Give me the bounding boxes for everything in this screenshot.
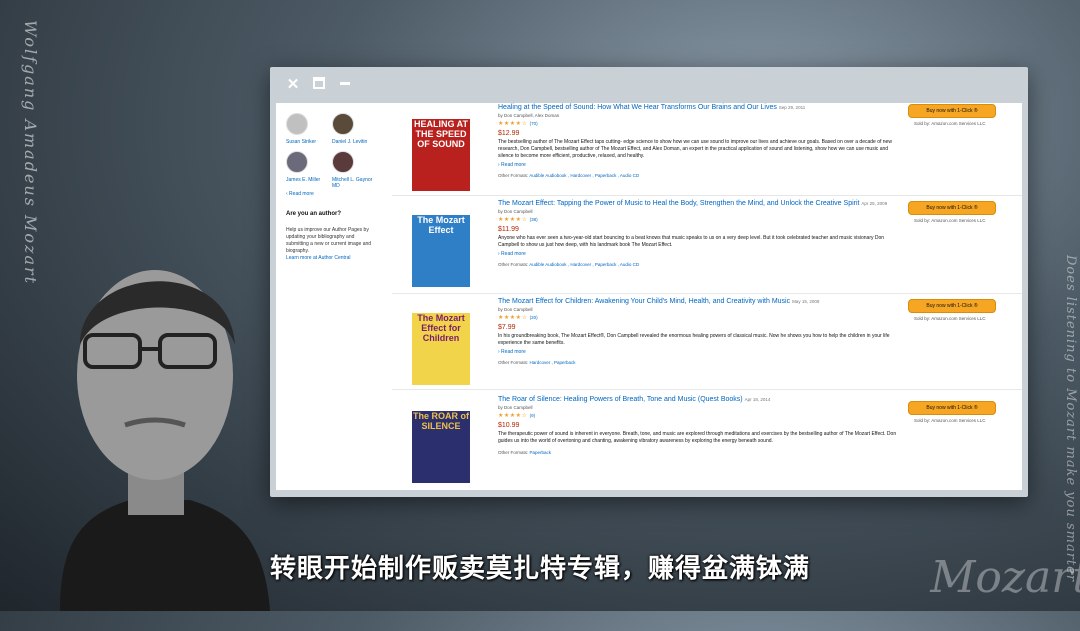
release-date: Apr 25, 2009 [861,201,888,206]
browser-window: ✕ Susan Striker Daniel J. Levitin James [270,67,1028,497]
purchase-box: Buy now with 1-Click ® Sold by: Amazon.c… [908,104,996,126]
star-rating[interactable]: ★★★★☆ (38) [498,216,898,223]
rating-count: 38 [531,217,537,222]
book-title-link[interactable]: The Mozart Effect for Children: Awakenin… [498,298,790,305]
author-sidebar: Susan Striker Daniel J. Levitin James E.… [276,103,384,490]
divider [392,293,1022,294]
other-formats-links[interactable]: Paperback [530,450,552,455]
other-formats-label: Other Formats: [498,360,529,365]
book-title-link[interactable]: The Mozart Effect: Tapping the Power of … [498,200,859,207]
author-card[interactable]: Susan Striker [286,113,334,145]
maximize-icon[interactable] [310,76,328,94]
rating-count: 20 [531,315,537,320]
author-card[interactable]: Daniel J. Levitin [332,113,380,145]
release-date: Apr 18, 2014 [744,397,771,402]
book-cover[interactable]: HEALING AT THE SPEED OF SOUND [412,105,470,191]
author-prompt-heading: Are you an author? [286,211,342,217]
other-formats-links[interactable]: Hardcover , Paperback [530,360,576,365]
book-title-link[interactable]: Healing at the Speed of Sound: How What … [498,104,777,111]
purchase-box: Buy now with 1-Click ® Sold by: Amazon.c… [908,299,996,321]
author-name: Daniel J. Levitin [332,139,368,145]
book-authors: by Don Campbell [498,307,533,312]
search-results: HEALING AT THE SPEED OF SOUND Healing at… [392,103,1022,490]
cover-title: The Mozart Effect [417,215,465,235]
cover-background: HEALING AT THE SPEED OF SOUND [412,119,470,191]
star-rating[interactable]: ★★★★☆ (20) [498,314,898,321]
cover-title: The ROAR of SILENCE [413,411,469,431]
author-card[interactable]: James E. Miller [286,151,334,183]
sold-by-text: Sold by: Amazon.com Services LLC [914,316,986,321]
book-description: The therapeutic power of sound is inhere… [498,431,897,444]
other-formats-links[interactable]: Audible Audiobook , Hardcover , Paperbac… [529,262,639,267]
author-name: Mitchell L. Gaynor MD [332,177,373,189]
author-central-link[interactable]: Learn more at Author Central [286,255,350,261]
close-icon[interactable]: ✕ [284,76,302,94]
book-price: $12.99 [498,130,520,137]
author-name: James E. Miller [286,177,321,183]
book-description: The bestselling author of The Mozart Eff… [498,139,892,159]
book-info: Healing at the Speed of Sound: How What … [498,103,898,178]
buy-now-button[interactable]: Buy now with 1-Click ® [908,104,996,118]
read-more-link[interactable]: › Read more [498,162,898,168]
star-rating[interactable]: ★★★★☆ (70) [498,120,898,127]
other-formats-label: Other Formats: [498,450,529,455]
book-price: $10.99 [498,422,520,429]
book-price: $11.99 [498,226,519,233]
background-vertical-text-left: Wolfgang Amadeus Mozart [21,20,40,286]
star-rating[interactable]: ★★★★☆ (9) [498,412,898,419]
cover-title: The Mozart Effect for Children [417,313,465,343]
purchase-box: Buy now with 1-Click ® Sold by: Amazon.c… [908,401,996,423]
book-cover[interactable]: The ROAR of SILENCE [412,397,470,483]
page-content: Susan Striker Daniel J. Levitin James E.… [276,103,1022,490]
book-cover[interactable]: The Mozart Effect [412,201,470,287]
other-formats-links[interactable]: Audible Audiobook , Hardcover , Paperbac… [529,173,639,178]
book-authors: by Don Campbell [498,209,533,214]
other-formats-label: Other Formats: [498,173,529,178]
book-description: Anyone who has ever seen a two-year-old … [498,235,885,248]
book-info: The Mozart Effect: Tapping the Power of … [498,199,898,267]
divider [392,195,1022,196]
release-date: May 15, 2009 [792,299,820,304]
video-subtitle: 转眼开始制作贩卖莫扎特专辑，赚得盆满钵满 [269,553,810,583]
help-text: Help us improve our Author Pages by upda… [286,227,372,254]
avatar [332,113,354,135]
cover-title: HEALING AT THE SPEED OF SOUND [414,119,468,149]
book-title-link[interactable]: The Roar of Silence: Healing Powers of B… [498,396,743,403]
read-more-link[interactable]: › Read more [498,251,898,257]
avatar [286,113,308,135]
book-authors: by Don Campbell, Alex Doman [498,113,560,118]
background-vertical-text-right: Does listening to Mozart make you smarte… [1063,255,1078,583]
sold-by-text: Sold by: Amazon.com Services LLC [914,418,986,423]
avatar [332,151,354,173]
avatar [286,151,308,173]
book-authors: by Don Campbell [498,405,533,410]
book-description: In his groundbreaking book, The Mozart E… [498,333,890,346]
book-price: $7.99 [498,324,516,331]
minimize-icon[interactable] [336,76,354,94]
cover-background: The Mozart Effect for Children [412,313,470,385]
author-name: Susan Striker [286,139,317,145]
read-more-link[interactable]: › Read more [498,349,898,355]
book-cover[interactable]: The Mozart Effect for Children [412,299,470,385]
purchase-box: Buy now with 1-Click ® Sold by: Amazon.c… [908,201,996,223]
buy-now-button[interactable]: Buy now with 1-Click ® [908,299,996,313]
release-date: Sep 29, 2011 [778,105,806,110]
authors-read-more-link[interactable]: ‹ Read more [286,191,314,197]
sold-by-text: Sold by: Amazon.com Services LLC [914,121,986,126]
other-formats-label: Other Formats: [498,262,529,267]
book-info: The Roar of Silence: Healing Powers of B… [498,395,898,455]
book-info: The Mozart Effect for Children: Awakenin… [498,297,898,365]
buy-now-button[interactable]: Buy now with 1-Click ® [908,401,996,415]
cover-background: The Mozart Effect [412,215,470,287]
sold-by-text: Sold by: Amazon.com Services LLC [914,218,986,223]
rating-count: 70 [531,121,537,126]
author-help-text: Help us improve our Author Pages by upda… [286,227,378,262]
divider [392,389,1022,390]
buy-now-button[interactable]: Buy now with 1-Click ® [908,201,996,215]
window-titlebar: ✕ [270,67,1028,103]
rating-count: 9 [531,413,534,418]
author-card[interactable]: Mitchell L. Gaynor MD [332,151,380,189]
cover-background: The ROAR of SILENCE [412,411,470,483]
